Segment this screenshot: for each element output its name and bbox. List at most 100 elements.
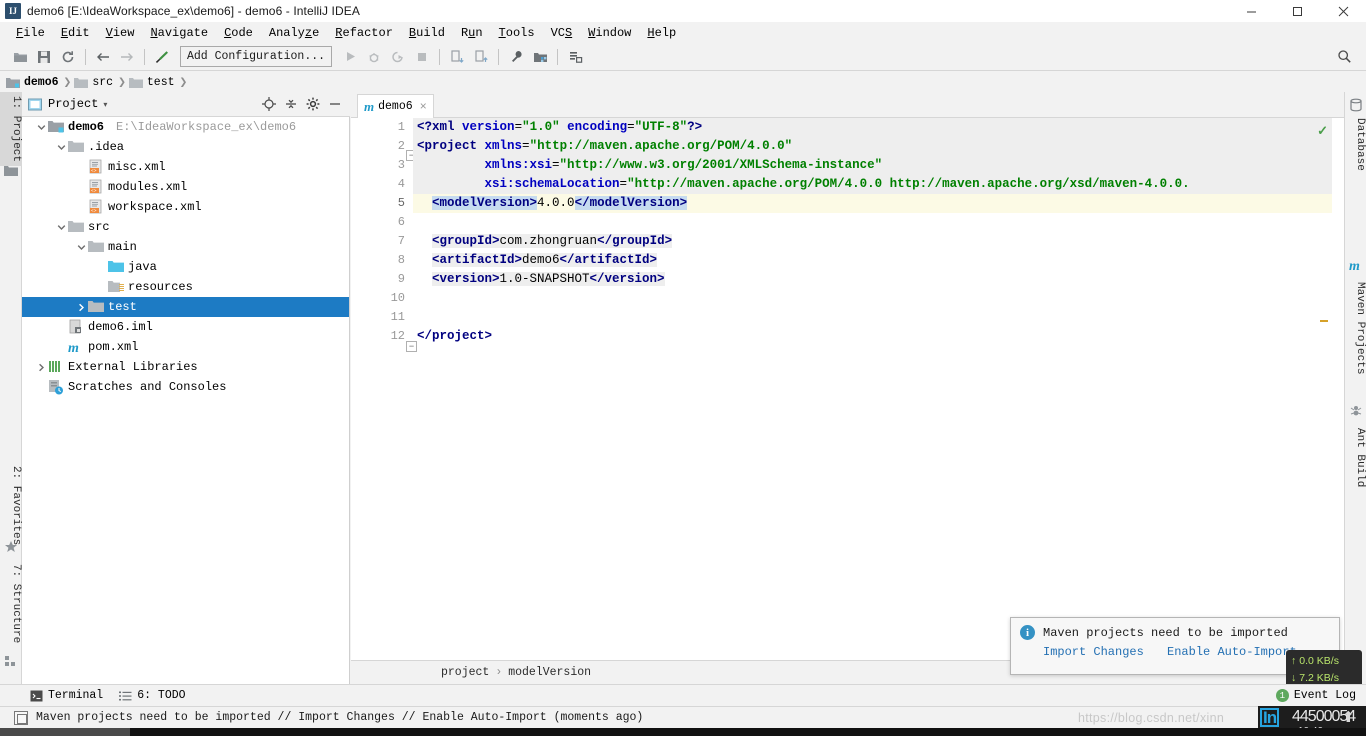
- run-configuration-selector[interactable]: Add Configuration...: [180, 46, 333, 67]
- status-widget-icon[interactable]: [14, 710, 28, 725]
- hide-minimize-icon[interactable]: [324, 94, 346, 114]
- code-line-7[interactable]: <groupId>com.zhongruan</groupId>: [413, 232, 1332, 251]
- tree-node-workspace-xml[interactable]: <> workspace.xml: [22, 197, 349, 217]
- menu-run[interactable]: Run: [453, 24, 491, 42]
- back-arrow-icon[interactable]: [91, 46, 115, 68]
- menu-analyze[interactable]: Analyze: [261, 24, 327, 42]
- open-folder-icon[interactable]: [8, 46, 32, 68]
- ime-indicator[interactable]: In: [1260, 708, 1280, 727]
- sidebar-item-ant-build[interactable]: Ant Build: [1344, 424, 1366, 491]
- close-button[interactable]: [1320, 0, 1366, 22]
- menu-window[interactable]: Window: [580, 24, 639, 42]
- line-number[interactable]: 9: [351, 270, 413, 289]
- code-line-11[interactable]: [413, 308, 1332, 327]
- tree-node-scratches-and-consoles[interactable]: Scratches and Consoles: [22, 377, 349, 397]
- menu-build[interactable]: Build: [401, 24, 453, 42]
- menu-file[interactable]: File: [8, 24, 53, 42]
- settings-gear-icon[interactable]: [302, 94, 324, 114]
- breadcrumb-demo6[interactable]: demo6: [6, 72, 61, 92]
- maximize-button[interactable]: [1274, 0, 1320, 22]
- editor-marker-stripe[interactable]: [1320, 320, 1328, 322]
- chevron-right-icon[interactable]: [74, 297, 88, 317]
- tree-node-demo6-iml[interactable]: demo6.iml: [22, 317, 349, 337]
- tree-node-misc-xml[interactable]: <> misc.xml: [22, 157, 349, 177]
- line-number[interactable]: 10: [351, 289, 413, 308]
- tray-arrow-icon[interactable]: ⬆: [1342, 708, 1355, 726]
- run-with-coverage-icon[interactable]: [386, 46, 410, 68]
- code-editor[interactable]: 1 2 3 4 5 6 7 8 9 10 11 12 − − <?xml version="1.0" …: [351, 118, 1344, 660]
- line-number[interactable]: 5: [351, 194, 413, 213]
- chevron-right-icon[interactable]: [34, 357, 48, 377]
- run-icon[interactable]: [338, 46, 362, 68]
- collapse-all-icon[interactable]: [280, 94, 302, 114]
- tree-node-resources[interactable]: resources: [22, 277, 349, 297]
- tool-window-todo[interactable]: 6: TODO: [111, 685, 193, 707]
- code-line-4[interactable]: xsi:schemaLocation="http://maven.apache.…: [413, 175, 1332, 194]
- line-number[interactable]: 11: [351, 308, 413, 327]
- import-changes-link[interactable]: Import Changes: [1043, 645, 1144, 659]
- enable-auto-import-link[interactable]: Enable Auto-Import: [1167, 645, 1297, 659]
- tree-node-external-libraries[interactable]: External Libraries: [22, 357, 349, 377]
- menu-code[interactable]: Code: [216, 24, 261, 42]
- line-number[interactable]: 4: [351, 175, 413, 194]
- breadcrumb-src[interactable]: src: [74, 72, 115, 92]
- tree-node-demo6[interactable]: demo6 E:\IdeaWorkspace_ex\demo6: [22, 117, 349, 137]
- stop-icon[interactable]: [410, 46, 434, 68]
- line-number[interactable]: 8: [351, 251, 413, 270]
- tree-node-src[interactable]: src: [22, 217, 349, 237]
- search-everywhere-icon[interactable]: [1332, 46, 1356, 68]
- line-number[interactable]: 1: [351, 118, 413, 137]
- menu-refactor[interactable]: Refactor: [327, 24, 401, 42]
- sidebar-item-structure[interactable]: 7: Structure: [0, 560, 22, 647]
- editor-code-content[interactable]: <?xml version="1.0" encoding="UTF-8"?> <p…: [413, 118, 1332, 660]
- tree-node-modules-xml[interactable]: <> modules.xml: [22, 177, 349, 197]
- menu-vcs[interactable]: VCS: [543, 24, 581, 42]
- code-line-10[interactable]: [413, 289, 1332, 308]
- code-line-9[interactable]: <version>1.0-SNAPSHOT</version>: [413, 270, 1332, 289]
- commit-icon[interactable]: [469, 46, 493, 68]
- status-message[interactable]: Maven projects need to be imported // Im…: [36, 711, 643, 724]
- save-all-icon[interactable]: [32, 46, 56, 68]
- breadcrumb-test[interactable]: test: [128, 72, 177, 92]
- tree-node-main[interactable]: main: [22, 237, 349, 257]
- sidebar-item-database[interactable]: Database: [1344, 114, 1366, 175]
- event-log-button[interactable]: 1 Event Log: [1275, 689, 1356, 702]
- line-number[interactable]: 7: [351, 232, 413, 251]
- build-hammer-icon[interactable]: [150, 46, 174, 68]
- editor-gutter[interactable]: 1 2 3 4 5 6 7 8 9 10 11 12: [351, 118, 413, 660]
- code-line-1[interactable]: <?xml version="1.0" encoding="UTF-8"?>: [413, 118, 1332, 137]
- code-line-3[interactable]: xmlns:xsi="http://www.w3.org/2001/XMLSch…: [413, 156, 1332, 175]
- sdk-manager-icon[interactable]: [563, 46, 587, 68]
- project-tree[interactable]: demo6 E:\IdeaWorkspace_ex\demo6 .idea <> mis…: [22, 117, 350, 684]
- line-number[interactable]: 3: [351, 156, 413, 175]
- sidebar-item-favorites[interactable]: 2: Favorites: [0, 462, 22, 549]
- chevron-down-icon[interactable]: [54, 217, 68, 237]
- tree-node-pom-xml[interactable]: m pom.xml: [22, 337, 349, 357]
- line-number[interactable]: 12: [351, 327, 413, 346]
- breadcrumb-modelversion[interactable]: modelVersion: [508, 666, 591, 679]
- tree-node-java[interactable]: java: [22, 257, 349, 277]
- tree-node-test[interactable]: test: [22, 297, 349, 317]
- forward-arrow-icon[interactable]: [115, 46, 139, 68]
- close-icon[interactable]: ×: [420, 100, 427, 114]
- editor-tab-demo6[interactable]: m demo6 ×: [357, 94, 434, 118]
- sidebar-item-project[interactable]: 1: Project: [0, 92, 22, 167]
- code-line-12[interactable]: </project>: [413, 327, 1332, 346]
- inspection-ok-icon[interactable]: ✓: [1317, 123, 1328, 139]
- tree-node--idea[interactable]: .idea: [22, 137, 349, 157]
- update-project-icon[interactable]: [445, 46, 469, 68]
- minimize-button[interactable]: [1228, 0, 1274, 22]
- menu-edit[interactable]: Edit: [53, 24, 98, 42]
- menu-navigate[interactable]: Navigate: [142, 24, 216, 42]
- locate-target-icon[interactable]: [258, 94, 280, 114]
- debug-icon[interactable]: [362, 46, 386, 68]
- line-number[interactable]: 2: [351, 137, 413, 156]
- chevron-down-icon[interactable]: [54, 137, 68, 157]
- menu-view[interactable]: View: [98, 24, 143, 42]
- chevron-down-icon[interactable]: ▾: [103, 100, 107, 109]
- code-line-8[interactable]: <artifactId>demo6</artifactId>: [413, 251, 1332, 270]
- code-line-2[interactable]: <project xmlns="http://maven.apache.org/…: [413, 137, 1332, 156]
- settings-wrench-icon[interactable]: [504, 46, 528, 68]
- code-line-6[interactable]: [413, 213, 1332, 232]
- menu-tools[interactable]: Tools: [491, 24, 543, 42]
